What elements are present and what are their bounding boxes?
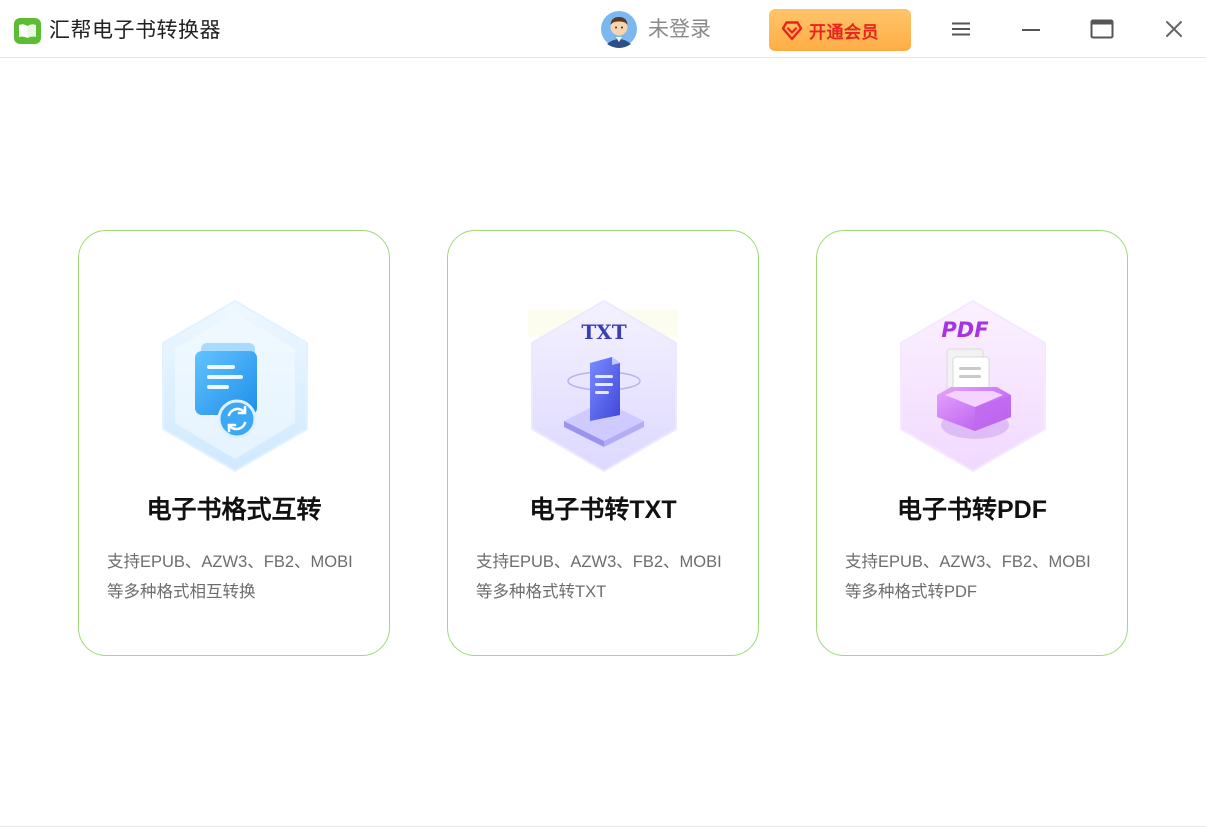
vip-button[interactable]: 开通会员 bbox=[769, 9, 911, 51]
card-title: 电子书转TXT bbox=[529, 496, 677, 524]
card-title: 电子书格式互转 bbox=[146, 496, 322, 524]
txt-document-icon: TXT bbox=[528, 299, 678, 473]
app-title: 汇帮电子书转换器 bbox=[49, 19, 221, 42]
card-description: 支持EPUB、AZW3、FB2、MOBI 等多种格式转PDF bbox=[845, 553, 1091, 601]
card-to-txt[interactable]: TXT 电子书转TXT 支持EPUB、AZW3、FB2、MOBI 等多种格式转T… bbox=[447, 230, 759, 656]
minimize-button[interactable] bbox=[1016, 14, 1046, 44]
bottom-divider bbox=[0, 826, 1206, 827]
pdf-tray-icon: PDF bbox=[900, 299, 1046, 473]
card-format-convert[interactable]: 电子书格式互转 支持EPUB、AZW3、FB2、MOBI 等多种格式相互转换 bbox=[78, 230, 390, 656]
close-icon bbox=[1166, 21, 1182, 37]
title-bar: 汇帮电子书转换器 未登录 开通会员 bbox=[0, 0, 1206, 58]
svg-text:TXT: TXT bbox=[581, 320, 626, 344]
maximize-icon bbox=[1090, 19, 1114, 39]
minimize-icon bbox=[1022, 29, 1040, 31]
menu-button[interactable] bbox=[946, 14, 976, 44]
card-description: 支持EPUB、AZW3、FB2、MOBI 等多种格式转TXT bbox=[476, 553, 722, 601]
ebook-convert-icon bbox=[162, 299, 308, 473]
maximize-button[interactable] bbox=[1087, 14, 1117, 44]
login-status[interactable]: 未登录 bbox=[648, 16, 711, 44]
card-description: 支持EPUB、AZW3、FB2、MOBI 等多种格式相互转换 bbox=[107, 553, 353, 601]
card-title: 电子书转PDF bbox=[896, 496, 1047, 524]
close-button[interactable] bbox=[1159, 14, 1189, 44]
diamond-heart-icon bbox=[781, 21, 803, 41]
book-icon bbox=[14, 18, 41, 44]
card-to-pdf[interactable]: PDF 电子书转PDF 支持EPUB、AZW3、FB2、MOBI 等多种格式转P… bbox=[816, 230, 1128, 656]
avatar[interactable] bbox=[600, 10, 638, 48]
vip-label: 开通会员 bbox=[809, 22, 879, 42]
menu-icon bbox=[952, 22, 970, 36]
svg-text:PDF: PDF bbox=[941, 318, 989, 342]
